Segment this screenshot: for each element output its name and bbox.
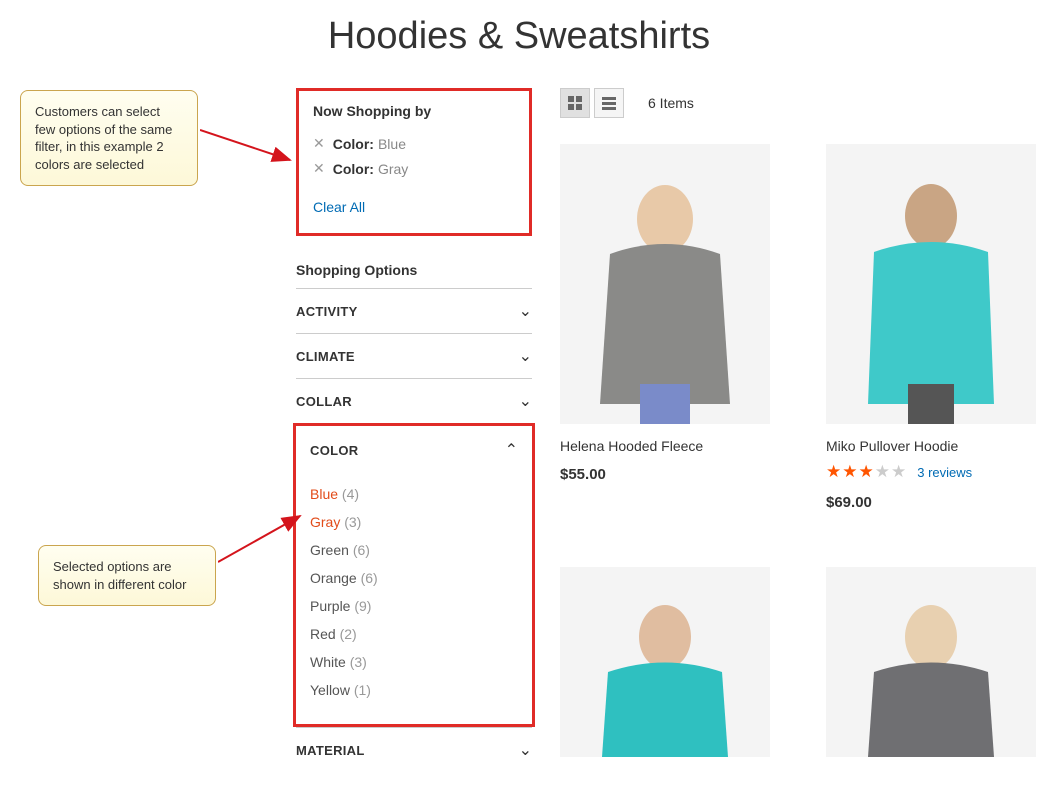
star-icon: ★ xyxy=(826,462,842,482)
filter-color-header[interactable]: COLOR ⌃ xyxy=(310,426,518,474)
filter-name-activity: ACTIVITY xyxy=(296,304,358,319)
filter-name-color: COLOR xyxy=(310,443,358,458)
product-price: $55.00 xyxy=(560,466,770,483)
grid-icon xyxy=(568,96,582,110)
color-option-orange[interactable]: Orange (6) xyxy=(310,564,518,592)
product-image xyxy=(826,144,1036,424)
color-option-gray[interactable]: Gray (3) xyxy=(310,508,518,536)
view-mode-grid[interactable] xyxy=(560,88,590,118)
filter-climate[interactable]: CLIMATE ⌄ xyxy=(296,333,532,378)
filter-color-expanded: COLOR ⌃ Blue (4) Gray (3) Green (6) Oran… xyxy=(293,423,535,727)
product-price: $69.00 xyxy=(826,494,1036,511)
active-filter-label: Color: xyxy=(333,161,374,177)
chevron-down-icon: ⌄ xyxy=(519,391,532,411)
color-option-yellow[interactable]: Yellow (1) xyxy=(310,676,518,704)
chevron-down-icon: ⌄ xyxy=(519,301,532,321)
product-name: Miko Pullover Hoodie xyxy=(826,438,1036,454)
product-grid: Helena Hooded Fleece $55.00 Miko Pullove… xyxy=(560,144,1038,757)
active-filter-color-blue: ✕ Color: Blue xyxy=(313,135,515,152)
color-option-white[interactable]: White (3) xyxy=(310,648,518,676)
main-content: 6 Items Helena Hooded Fleece $55.00 Miko… xyxy=(532,88,1038,772)
clear-all-link[interactable]: Clear All xyxy=(313,199,365,215)
now-shopping-title: Now Shopping by xyxy=(313,103,515,119)
product-card[interactable] xyxy=(560,567,770,757)
shopping-options-title: Shopping Options xyxy=(296,248,532,288)
color-option-blue[interactable]: Blue (4) xyxy=(310,480,518,508)
active-filter-value: Gray xyxy=(378,161,408,177)
filter-collar[interactable]: COLLAR ⌄ xyxy=(296,378,532,423)
product-image xyxy=(560,144,770,424)
product-image xyxy=(560,567,770,757)
chevron-down-icon: ⌄ xyxy=(519,740,532,760)
remove-filter-icon[interactable]: ✕ xyxy=(313,135,325,152)
sidebar: Now Shopping by ✕ Color: Blue ✕ Color: G… xyxy=(296,88,532,772)
product-image xyxy=(826,567,1036,757)
chevron-up-icon: ⌃ xyxy=(505,440,518,460)
reviews-link[interactable]: 3 reviews xyxy=(917,465,972,480)
list-icon xyxy=(602,97,616,110)
active-filter-label: Color: xyxy=(333,136,374,152)
color-option-red[interactable]: Red (2) xyxy=(310,620,518,648)
filter-name-collar: COLLAR xyxy=(296,394,352,409)
remove-filter-icon[interactable]: ✕ xyxy=(313,160,325,177)
arrow-1 xyxy=(200,120,300,170)
filter-name-material: MATERIAL xyxy=(296,743,365,758)
view-mode-list[interactable] xyxy=(594,88,624,118)
star-icon: ★ xyxy=(859,462,875,482)
now-shopping-block: Now Shopping by ✕ Color: Blue ✕ Color: G… xyxy=(296,88,532,236)
rating-row: ★ ★ ★ ★ ★ 3 reviews xyxy=(826,462,1036,482)
product-card[interactable] xyxy=(826,567,1036,757)
filter-name-climate: CLIMATE xyxy=(296,349,355,364)
filter-activity[interactable]: ACTIVITY ⌄ xyxy=(296,288,532,333)
active-filter-color-gray: ✕ Color: Gray xyxy=(313,160,515,177)
star-icon: ★ xyxy=(842,462,858,482)
toolbar: 6 Items xyxy=(560,88,1038,118)
callout-multiselect: Customers can select few options of the … xyxy=(20,90,198,186)
color-option-green[interactable]: Green (6) xyxy=(310,536,518,564)
product-card[interactable]: Helena Hooded Fleece $55.00 xyxy=(560,144,770,511)
page-title: Hoodies & Sweatshirts xyxy=(0,0,1038,88)
product-name: Helena Hooded Fleece xyxy=(560,438,770,454)
item-count: 6 Items xyxy=(648,95,694,111)
star-icon: ★ xyxy=(891,462,907,482)
star-rating: ★ ★ ★ ★ ★ xyxy=(826,462,907,482)
color-option-purple[interactable]: Purple (9) xyxy=(310,592,518,620)
chevron-down-icon: ⌄ xyxy=(519,346,532,366)
callout-selected-color: Selected options are shown in different … xyxy=(38,545,216,606)
star-icon: ★ xyxy=(875,462,891,482)
active-filter-value: Blue xyxy=(378,136,406,152)
product-card[interactable]: Miko Pullover Hoodie ★ ★ ★ ★ ★ 3 reviews… xyxy=(826,144,1036,511)
arrow-2 xyxy=(218,510,308,570)
filter-material[interactable]: MATERIAL ⌄ xyxy=(296,727,532,772)
